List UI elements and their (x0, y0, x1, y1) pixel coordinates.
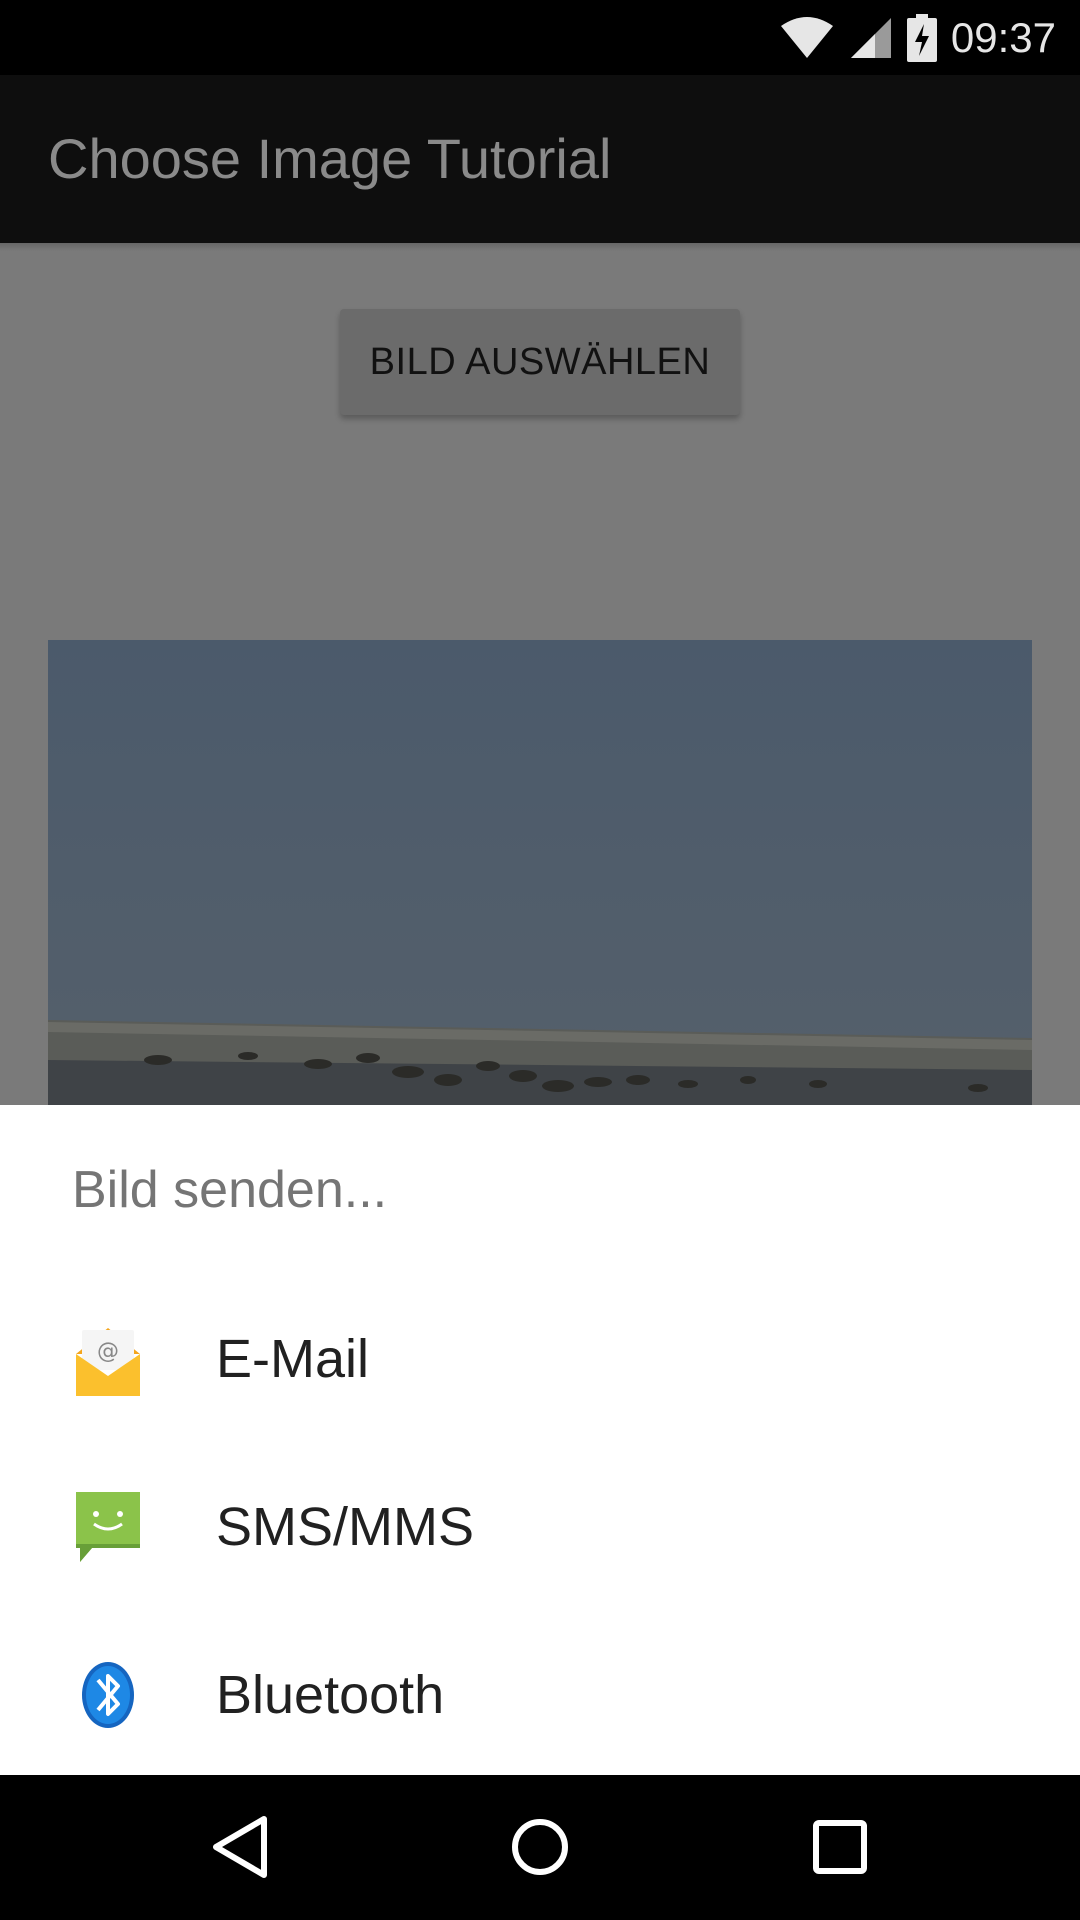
share-option-label: Bluetooth (216, 1665, 445, 1725)
main-content: BILD AUSWÄHLEN (0, 243, 1080, 1105)
messaging-icon (76, 1492, 140, 1562)
status-icons: 09:37 (779, 0, 1056, 75)
share-option-label: SMS/MMS (216, 1497, 475, 1557)
share-sheet-title: Bild senden... (72, 1161, 388, 1219)
share-option-bluetooth[interactable]: Bluetooth (0, 1611, 1080, 1779)
share-option-email[interactable]: @ E-Mail (0, 1275, 1080, 1443)
bluetooth-icon (82, 1662, 134, 1728)
wifi-icon (780, 16, 833, 58)
navigation-bar (0, 1775, 1080, 1920)
choose-image-button[interactable]: BILD AUSWÄHLEN (340, 309, 740, 415)
share-option-sms[interactable]: SMS/MMS (0, 1443, 1080, 1611)
recents-icon[interactable] (804, 1811, 876, 1883)
home-icon[interactable] (504, 1811, 576, 1883)
share-option-label: E-Mail (216, 1329, 370, 1389)
svg-text:@: @ (97, 1339, 119, 1364)
signal-icon (850, 17, 891, 58)
app-bar: Choose Image Tutorial (0, 75, 1080, 243)
app-title: Choose Image Tutorial (48, 127, 612, 190)
email-icon: @ (76, 1328, 140, 1396)
status-time: 09:37 (950, 13, 1056, 61)
selected-image-preview (48, 640, 1032, 1105)
battery-charging-icon (906, 13, 937, 62)
share-sheet: Bild senden... @ E-Mail SMS/MMS Bluetoot… (0, 1105, 1080, 1775)
status-bar: 09:37 (0, 0, 1080, 75)
back-icon[interactable] (204, 1811, 276, 1883)
